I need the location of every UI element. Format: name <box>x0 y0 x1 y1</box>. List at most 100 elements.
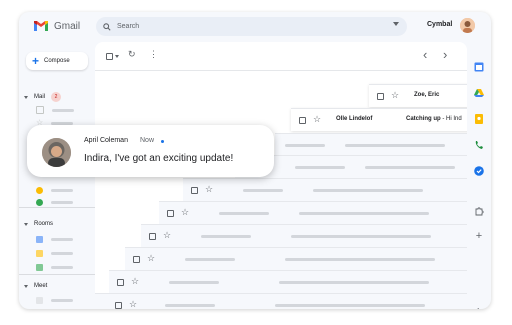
chevron-right-icon[interactable]: › <box>443 47 447 62</box>
room-item[interactable] <box>36 236 73 243</box>
label-item[interactable] <box>36 187 73 194</box>
row-placeholder <box>185 258 235 261</box>
row-checkbox[interactable] <box>167 210 174 217</box>
room-item[interactable] <box>36 250 73 257</box>
star-icon[interactable]: ☆ <box>205 183 213 195</box>
row-checkbox[interactable] <box>149 233 156 240</box>
search-icon <box>103 22 111 31</box>
notification-sender: April Coleman <box>84 137 128 144</box>
meet-label: Meet <box>34 283 48 289</box>
app-name: Gmail <box>54 20 81 32</box>
sender-photo <box>42 138 71 167</box>
row-placeholder <box>165 304 215 307</box>
row-checkbox[interactable] <box>191 187 198 194</box>
rooms-label: Rooms <box>34 221 54 227</box>
row-placeholder <box>285 144 325 147</box>
keep-icon[interactable] <box>474 114 484 124</box>
email-row[interactable]: ☆ <box>125 247 467 270</box>
search-options-icon[interactable] <box>393 22 399 26</box>
row-placeholder <box>313 189 423 192</box>
star-icon[interactable]: ☆ <box>391 89 399 101</box>
notification-message: Indira, I've got an exciting update! <box>84 153 234 164</box>
star-icon[interactable]: ☆ <box>129 298 137 309</box>
label-item[interactable] <box>36 199 73 206</box>
gmail-logo[interactable]: Gmail <box>33 20 80 32</box>
expand-icon[interactable]: › <box>474 304 484 309</box>
compose-plus-icon: + <box>32 54 40 68</box>
star-icon[interactable]: ☆ <box>313 113 321 125</box>
star-icon[interactable]: ☆ <box>131 275 139 287</box>
account-avatar[interactable] <box>460 18 475 33</box>
chat-notification[interactable]: April Coleman Now Indira, I've got an ex… <box>27 125 274 177</box>
email-sender: Olle Lindelof <box>336 116 373 122</box>
account-photo <box>460 18 475 33</box>
collapse-icon <box>24 95 28 99</box>
room-item[interactable] <box>36 264 73 271</box>
mail-count-badge: 2 <box>51 92 62 102</box>
nav-placeholder <box>51 252 73 255</box>
row-checkbox[interactable] <box>299 117 306 124</box>
meet-section[interactable]: Meet <box>24 283 47 289</box>
nav-placeholder <box>52 108 74 112</box>
row-placeholder <box>291 235 431 238</box>
inbox-icon <box>36 106 44 114</box>
select-menu-icon[interactable] <box>115 55 119 58</box>
email-row[interactable]: ☆ <box>109 270 467 293</box>
sender-avatar <box>42 138 71 167</box>
email-row[interactable] <box>275 133 467 156</box>
row-checkbox[interactable] <box>133 256 140 263</box>
refresh-icon[interactable]: ↻ <box>128 49 136 60</box>
divider <box>19 207 95 208</box>
nav-placeholder <box>51 201 73 204</box>
collapse-icon <box>24 222 28 226</box>
row-placeholder <box>285 258 435 261</box>
chevron-left-icon[interactable]: ‹ <box>423 47 427 62</box>
gmail-m-icon <box>34 21 48 31</box>
nav-placeholder <box>51 238 73 241</box>
compose-button[interactable]: + Compose <box>26 52 88 70</box>
row-checkbox[interactable] <box>377 93 384 100</box>
email-row[interactable]: ☆ Zoe, Eric <box>369 84 467 107</box>
mail-section[interactable]: Mail 2 <box>24 92 62 102</box>
calendar-icon[interactable] <box>474 62 484 72</box>
email-row[interactable]: ☆ <box>95 293 467 309</box>
email-sender: Zoe, Eric <box>414 92 440 98</box>
select-all-checkbox[interactable] <box>106 53 113 60</box>
row-placeholder <box>365 166 455 169</box>
row-placeholder <box>345 144 445 147</box>
addons-icon[interactable] <box>474 206 484 216</box>
email-row[interactable]: ☆ <box>141 224 467 247</box>
add-icon[interactable]: + <box>474 231 484 242</box>
tasks-icon[interactable] <box>474 166 484 176</box>
drive-icon[interactable] <box>474 88 484 98</box>
star-icon[interactable]: ☆ <box>181 206 189 218</box>
row-placeholder <box>299 212 429 215</box>
notification-time: Now <box>140 137 155 144</box>
star-icon[interactable]: ☆ <box>163 229 171 241</box>
top-bar: Gmail Search Cymbal <box>19 12 491 42</box>
nav-item[interactable] <box>36 106 74 114</box>
label-dot-icon <box>36 199 43 206</box>
email-row[interactable]: ☆ Olle Lindelof Catching up - Hi Ind <box>291 108 467 131</box>
row-placeholder <box>201 235 251 238</box>
rooms-section[interactable]: Rooms <box>24 221 53 227</box>
mail-toolbar: ↻ ⋮ ‹ › <box>95 42 467 71</box>
star-icon[interactable]: ☆ <box>147 252 155 264</box>
meet-item[interactable] <box>36 297 73 304</box>
search-input[interactable]: Search <box>117 23 139 30</box>
email-subject-text: Catching up <box>406 116 441 122</box>
unread-dot-icon <box>161 140 164 143</box>
nav-placeholder <box>51 189 73 192</box>
row-checkbox[interactable] <box>117 279 124 286</box>
search-bar[interactable]: Search <box>96 17 407 36</box>
row-checkbox[interactable] <box>115 302 122 309</box>
email-row[interactable]: ☆ <box>159 201 467 224</box>
email-row[interactable]: ☆ <box>183 178 467 201</box>
row-placeholder <box>295 166 345 169</box>
contacts-icon[interactable] <box>474 140 484 150</box>
label-dot-icon <box>36 187 43 194</box>
row-placeholder <box>243 189 283 192</box>
nav-placeholder <box>51 299 73 302</box>
row-placeholder <box>275 304 425 307</box>
more-vert-icon[interactable]: ⋮ <box>149 49 158 60</box>
